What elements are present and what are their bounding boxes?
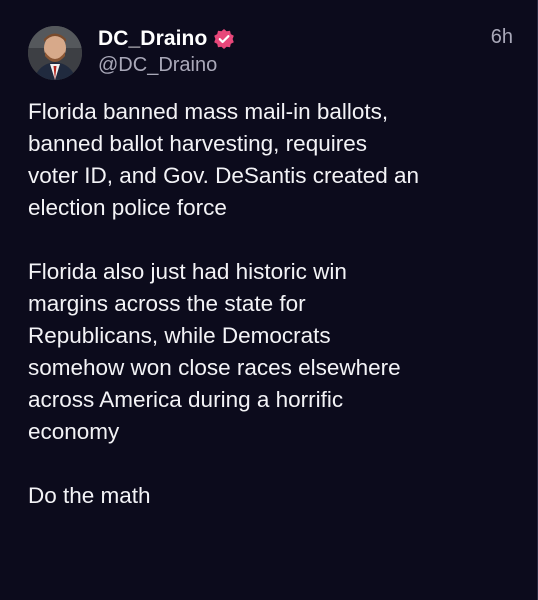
avatar[interactable]	[28, 26, 82, 80]
display-name[interactable]: DC_Draino	[98, 27, 207, 51]
author-block: DC_Draino @DC_Draino	[98, 26, 235, 77]
handle[interactable]: @DC_Draino	[98, 54, 235, 77]
timestamp[interactable]: 6h	[491, 26, 513, 49]
post-header: DC_Draino @DC_Draino	[28, 26, 235, 80]
name-row: DC_Draino	[98, 26, 235, 52]
post-card[interactable]: DC_Draino @DC_Draino 6h Florida banned m…	[0, 0, 538, 600]
post-text: Florida banned mass mail-in ballots, ban…	[28, 96, 518, 512]
post-paragraph: Do the math	[28, 483, 151, 508]
avatar-image	[28, 26, 82, 80]
post-paragraph: Florida banned mass mail-in ballots, ban…	[28, 99, 420, 220]
post-paragraph: Florida also just had historic win margi…	[28, 259, 401, 444]
verified-badge-icon	[213, 28, 235, 50]
